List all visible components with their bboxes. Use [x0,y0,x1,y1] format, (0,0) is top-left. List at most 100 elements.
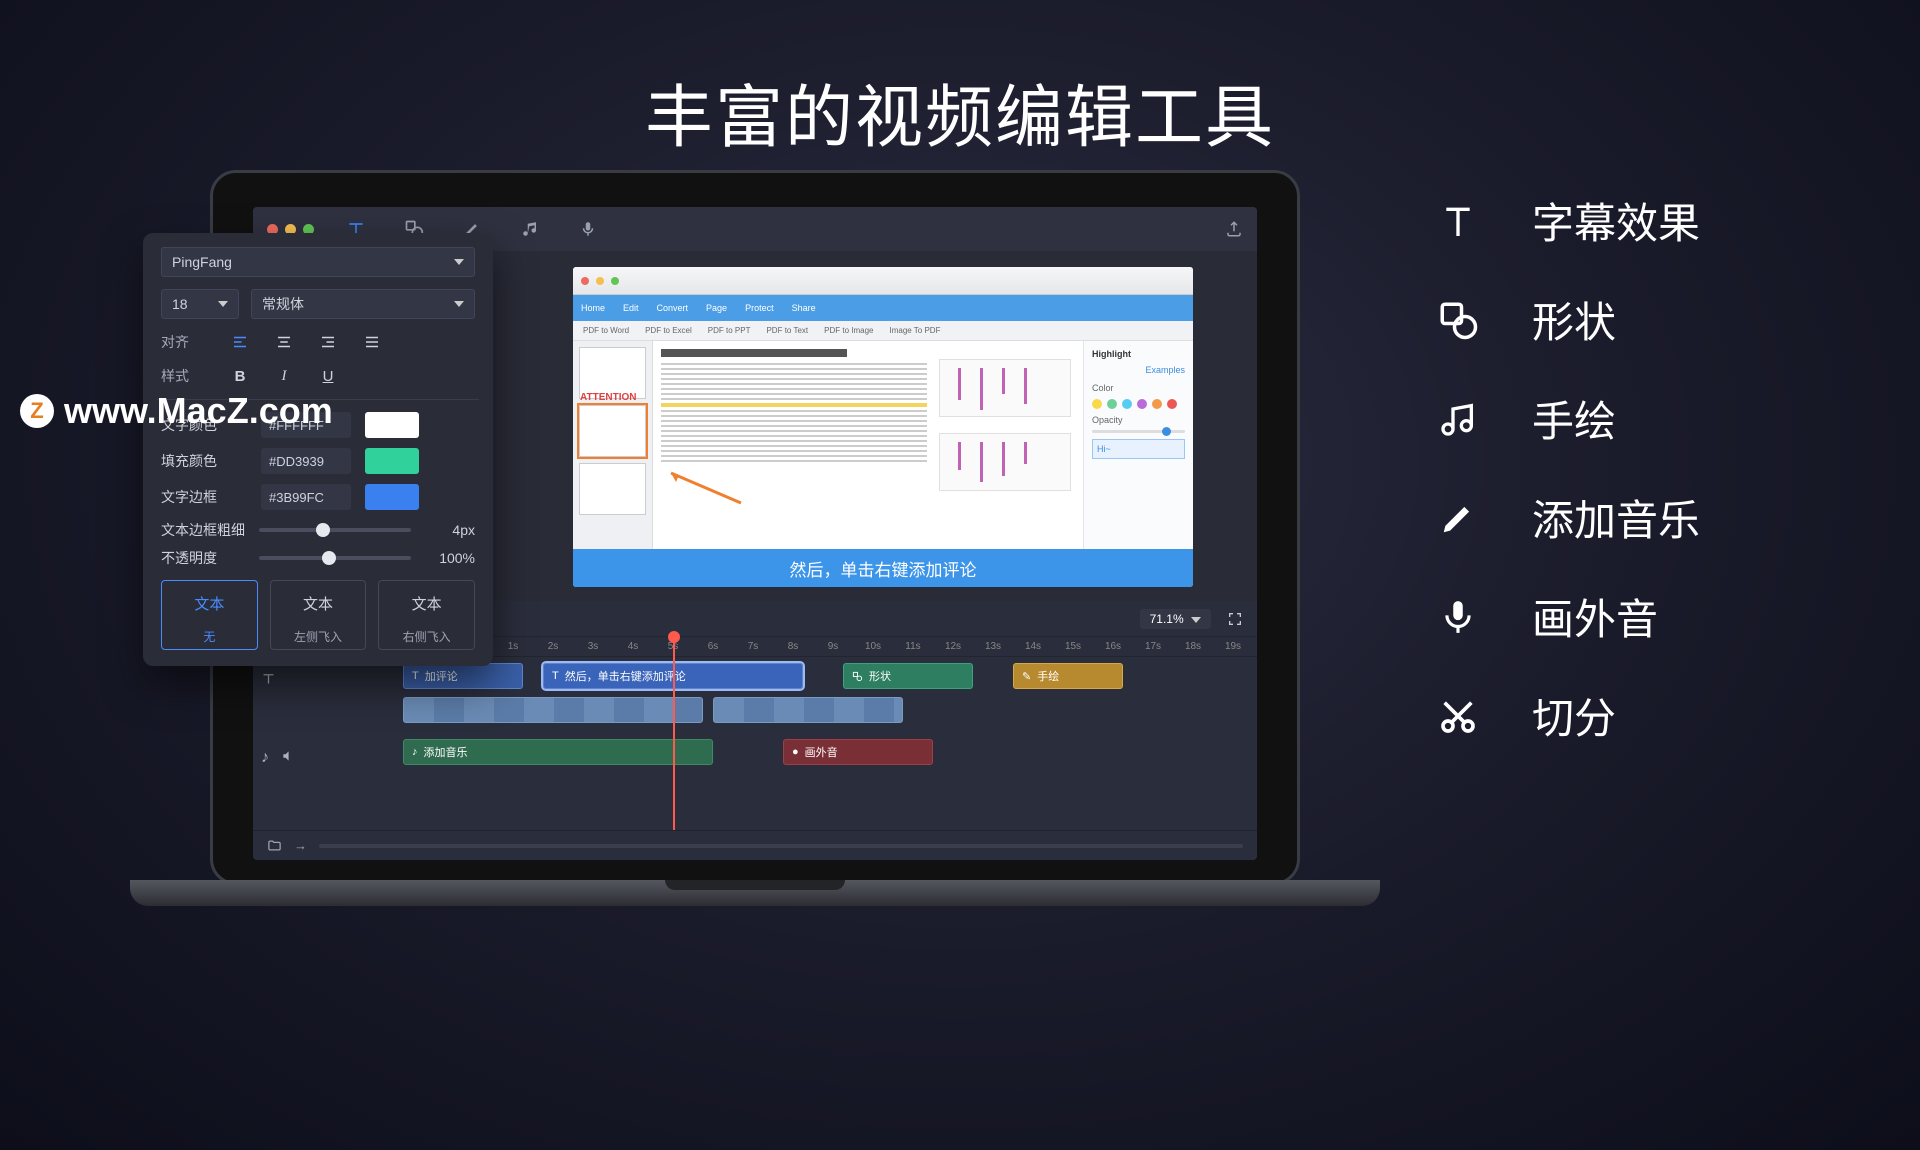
ruler-tick: 4s [628,641,639,652]
playhead[interactable] [673,637,675,830]
clip-music[interactable]: ♪添加音乐 [403,739,713,765]
align-left-icon[interactable] [229,331,251,353]
ruler-tick: 19s [1225,641,1241,652]
track-text-icon [261,671,299,686]
border-width-slider[interactable] [259,528,411,532]
feature-label: 形状 [1532,289,1616,350]
ruler-tick: 13s [985,641,1001,652]
font-size-select[interactable]: 18 [161,289,239,319]
feature-label: 切分 [1532,685,1616,746]
feature-music: 手绘 [1430,388,1700,449]
align-label: 对齐 [161,332,217,352]
watermark: Z www.MacZ.com [20,390,333,432]
clip-voice[interactable]: ●画外音 [783,739,933,765]
ruler-tick: 6s [708,641,719,652]
feature-text: 字幕效果 [1430,190,1700,251]
ruler-tick: 17s [1145,641,1161,652]
ruler-tick: 10s [865,641,881,652]
underline-icon[interactable]: U [317,365,339,387]
tool-music-icon[interactable] [516,215,544,243]
clip-draw[interactable]: ✎手绘 [1013,663,1123,689]
preview-caption: 然后，单击右键添加评论 [573,549,1193,587]
folder-icon[interactable] [267,838,282,853]
font-weight-select[interactable]: 常规体 [251,289,475,319]
feature-cut: 切分 [1430,685,1700,746]
italic-icon[interactable]: I [273,365,295,387]
export-icon[interactable] [1225,220,1243,238]
feature-mic: 画外音 [1430,586,1700,647]
ruler-tick: 8s [788,641,799,652]
preview-pane: HomeEditConvertPageProtectShare PDF to W… [573,267,1193,587]
hero-title: 丰富的视频编辑工具 [0,0,1920,161]
border-width-value: 4px [423,522,475,538]
shape-icon [1430,292,1486,348]
fill-color-hex[interactable]: #DD3939 [261,448,351,474]
align-right-icon[interactable] [317,331,339,353]
pencil-icon [1430,490,1486,546]
feature-pencil: 添加音乐 [1430,487,1700,548]
ruler-tick: 12s [945,641,961,652]
anim-option[interactable]: 文本无 [161,580,258,650]
ruler-tick: 16s [1105,641,1121,652]
laptop-frame: HomeEditConvertPageProtectShare PDF to W… [210,170,1300,885]
font-family-select[interactable]: PingFang [161,247,475,277]
clip-video-2[interactable] [713,697,903,723]
clip-text-1[interactable]: T加评论 [403,663,523,689]
border-width-label: 文本边框粗细 [161,520,247,540]
doc-main [653,341,1083,549]
feature-list: 字幕效果形状手绘添加音乐画外音切分 [1430,190,1700,746]
preview-ribbon: HomeEditConvertPageProtectShare [573,295,1193,321]
ruler-tick: 15s [1065,641,1081,652]
track-music-icon: ♪ [261,749,269,767]
ruler-tick: 3s [588,641,599,652]
feature-label: 画外音 [1532,586,1658,647]
text-properties-panel: PingFang 18 常规体 对齐 样式 B I U 文字颜色 [143,233,493,666]
tool-mic-icon[interactable] [574,215,602,243]
anim-option[interactable]: 文本左侧飞入 [270,580,367,650]
fill-color-label: 填充颜色 [161,451,247,471]
border-color-swatch[interactable] [365,484,419,510]
bold-icon[interactable]: B [229,365,251,387]
align-justify-icon[interactable] [361,331,383,353]
feature-shape: 形状 [1430,289,1700,350]
ruler-tick: 7s [748,641,759,652]
track-mute-icon[interactable] [281,749,295,767]
opacity-label: 不透明度 [161,548,247,568]
ruler-tick: 18s [1185,641,1201,652]
mic-icon [1430,589,1486,645]
feature-label: 字幕效果 [1532,190,1700,251]
clip-video-1[interactable] [403,697,703,723]
seek-bar[interactable] [319,844,1243,848]
preview-subtabs: PDF to WordPDF to ExcelPDF to PPTPDF to … [573,321,1193,341]
music-icon [1430,391,1486,447]
opacity-slider[interactable] [259,556,411,560]
ruler-tick: 9s [828,641,839,652]
align-center-icon[interactable] [273,331,295,353]
feature-label: 添加音乐 [1532,487,1700,548]
watermark-text: www.MacZ.com [64,390,333,432]
zoom-badge[interactable]: 71.1% [1140,609,1211,629]
text-color-swatch[interactable] [365,412,419,438]
ruler-tick: 11s [905,641,920,652]
cut-icon [1430,688,1486,744]
laptop-base [130,880,1380,906]
ruler-tick: 14s [1025,641,1041,652]
doc-side-panel: Highlight Examples Color Opacity Hi~ [1083,341,1193,549]
border-color-label: 文字边框 [161,487,247,507]
opacity-value: 100% [423,550,475,566]
anim-option[interactable]: 文本右侧飞入 [378,580,475,650]
text-icon [1430,193,1486,249]
preview-window-toolbar [573,267,1193,295]
border-color-hex[interactable]: #3B99FC [261,484,351,510]
watermark-logo-icon: Z [20,394,54,428]
feature-label: 手绘 [1532,388,1616,449]
ruler-tick: 2s [548,641,559,652]
fullscreen-icon[interactable] [1227,611,1243,627]
style-label: 样式 [161,366,217,386]
doc-thumbnails: ATTENTION [573,341,653,549]
ruler-tick: 1s [508,641,519,652]
attention-label: ATTENTION [580,392,636,403]
bottom-bar: → [253,830,1257,860]
clip-shape[interactable]: 形状 [843,663,973,689]
fill-color-swatch[interactable] [365,448,419,474]
